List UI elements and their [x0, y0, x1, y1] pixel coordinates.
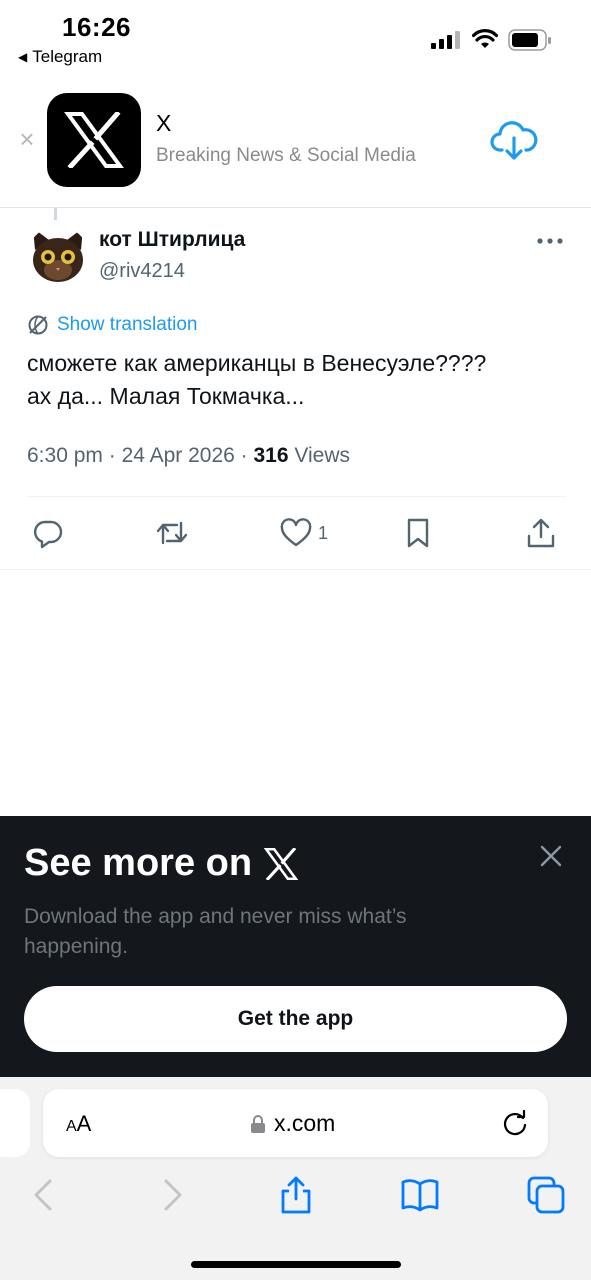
app-name: X: [156, 110, 172, 136]
back-app-label: Telegram: [32, 47, 103, 66]
tweet-text-line-1: сможете как американцы в Венесуэле????: [27, 350, 487, 376]
reader-settings-button[interactable]: AA: [66, 1111, 91, 1137]
tweet-text: сможете как американцы в Венесуэле???? а…: [27, 347, 567, 413]
previous-tab-preview[interactable]: [0, 1089, 30, 1157]
retweet-button[interactable]: [155, 515, 189, 551]
show-translation-link[interactable]: Show translation: [27, 314, 197, 336]
cloud-download-icon[interactable]: [490, 116, 538, 164]
promo-text: Download the app and never miss what’s h…: [24, 905, 407, 958]
promo-title: See more on: [24, 842, 299, 885]
tweet-text-line-2: ах да... Малая Токмачка...: [27, 383, 305, 409]
tweet-date[interactable]: 24 Apr 2026: [122, 444, 235, 467]
aa-small: A: [66, 1118, 77, 1135]
get-the-app-button[interactable]: Get the app: [24, 986, 567, 1052]
views-count: 316: [253, 444, 289, 467]
likes-count: 1: [318, 522, 329, 543]
bookmark-icon: [407, 518, 429, 548]
url-display[interactable]: x.com: [250, 1110, 335, 1137]
more-icon: [537, 238, 563, 244]
tabs-icon[interactable]: [526, 1175, 566, 1215]
bookmarks-icon[interactable]: [400, 1175, 440, 1215]
reload-icon[interactable]: [500, 1108, 530, 1138]
share-button[interactable]: [526, 515, 556, 551]
views-label: Views: [294, 444, 351, 467]
back-icon[interactable]: [24, 1175, 64, 1215]
cellular-signal-icon: [431, 31, 460, 49]
promo-title-text: See more on: [24, 842, 253, 884]
like-icon: [280, 518, 312, 547]
banner-divider: [0, 207, 591, 208]
app-subtitle: Breaking News & Social Media: [156, 145, 416, 166]
bookmark-button[interactable]: [405, 515, 431, 551]
aa-large: A: [76, 1111, 92, 1136]
retweet-icon: [156, 521, 188, 545]
lock-icon: [251, 1114, 265, 1133]
back-triangle-icon: ◀: [18, 50, 28, 64]
status-time: 16:26: [62, 12, 131, 42]
actions-divider: [0, 569, 591, 570]
share-icon: [527, 518, 555, 548]
promo-close-icon[interactable]: [538, 843, 564, 869]
browser-share-icon[interactable]: [276, 1175, 316, 1215]
meta-divider: [27, 496, 566, 497]
x-logo-icon: [64, 112, 124, 168]
author-name[interactable]: кот Штирлица: [99, 228, 245, 252]
x-logo-icon: [264, 847, 299, 880]
tweet-meta: 6:30 pm · 24 Apr 2026 · 316 Views: [27, 444, 351, 467]
tweet-time[interactable]: 6:30 pm: [27, 444, 103, 467]
reply-icon: [33, 520, 63, 549]
forward-icon[interactable]: [152, 1175, 192, 1215]
author-handle[interactable]: @riv4214: [99, 260, 185, 283]
back-to-telegram[interactable]: ◀ Telegram: [18, 47, 102, 67]
url-text: x.com: [274, 1110, 336, 1136]
translate-globe-icon: [28, 315, 48, 335]
home-indicator: [191, 1261, 401, 1268]
banner-close-icon[interactable]: ×: [14, 126, 40, 152]
battery-icon: [508, 29, 551, 51]
avatar[interactable]: [27, 226, 89, 288]
like-button[interactable]: 1: [280, 515, 328, 551]
wifi-icon: [472, 29, 498, 48]
x-app-icon[interactable]: [47, 93, 141, 187]
more-options-button[interactable]: [535, 228, 565, 254]
reply-button[interactable]: [32, 515, 64, 551]
thread-line: [54, 208, 57, 220]
show-translation-label: Show translation: [57, 314, 198, 335]
